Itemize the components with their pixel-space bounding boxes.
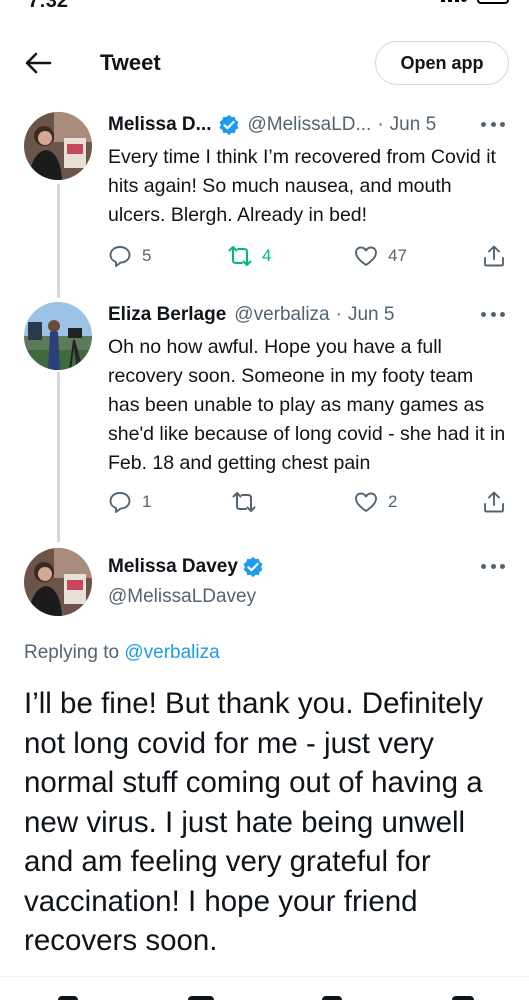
separator-dot: · xyxy=(377,114,384,135)
reply-icon xyxy=(109,492,131,513)
author-handle[interactable]: @MelissaLD... xyxy=(248,114,372,136)
open-app-button[interactable]: Open app xyxy=(375,41,509,85)
avatar[interactable] xyxy=(24,302,92,370)
like-button[interactable]: 47 xyxy=(354,244,407,268)
author-name[interactable]: Melissa Davey xyxy=(108,556,238,578)
signal-icon xyxy=(441,0,459,2)
more-options-icon[interactable] xyxy=(481,122,505,130)
battery-icon xyxy=(477,0,509,4)
toolbar-icon-peek xyxy=(452,996,474,1000)
arrow-left-icon[interactable] xyxy=(24,50,52,76)
reply-button[interactable]: 5 xyxy=(108,244,151,268)
divider xyxy=(0,976,529,977)
avatar[interactable] xyxy=(24,112,92,180)
status-bar: 7:32 xyxy=(0,0,529,14)
tweet-date[interactable]: Jun 5 xyxy=(390,114,436,136)
author-handle[interactable]: @MelissaLDavey xyxy=(108,586,256,608)
heart-icon xyxy=(355,492,377,512)
tweet-meta: Eliza Berlage @verbaliza · Jun 5 xyxy=(108,304,394,326)
thread-line xyxy=(57,184,60,298)
share-button[interactable] xyxy=(482,244,506,268)
retweet-button[interactable]: 4 xyxy=(228,244,271,268)
reply-count: 1 xyxy=(142,492,152,511)
status-time: 7:32 xyxy=(28,0,69,12)
like-count: 47 xyxy=(388,246,407,265)
replying-to-link[interactable]: @verbaliza xyxy=(124,642,219,663)
more-options-icon[interactable] xyxy=(481,312,505,320)
toolbar-icon-peek xyxy=(188,996,214,1000)
author-handle[interactable]: @verbaliza xyxy=(234,304,329,326)
toolbar-icon-peek xyxy=(58,996,78,1000)
wifi-icon xyxy=(461,0,467,2)
retweet-count: 4 xyxy=(262,246,272,265)
main-author-handle-row: @MelissaLDavey xyxy=(108,586,256,608)
replying-prefix: Replying to xyxy=(24,642,120,663)
separator-dot: · xyxy=(335,304,342,325)
retweet-icon xyxy=(232,492,256,512)
like-count: 2 xyxy=(388,492,398,511)
share-icon xyxy=(484,491,504,513)
retweet-button[interactable] xyxy=(232,490,266,514)
avatar[interactable] xyxy=(24,548,92,616)
reply-button[interactable]: 1 xyxy=(108,490,151,514)
verified-badge-icon xyxy=(243,556,263,578)
more-options-icon[interactable] xyxy=(481,564,505,572)
main-tweet-text: I’ll be fine! But thank you. Definitely … xyxy=(24,687,484,957)
thread-line xyxy=(57,372,60,542)
reply-icon xyxy=(109,246,131,267)
heart-icon xyxy=(355,246,377,266)
tweet-actions: 5 4 47 xyxy=(108,244,508,270)
toolbar-icon-peek xyxy=(322,996,342,1000)
tweet-actions: 1 2 xyxy=(108,490,508,516)
author-name[interactable]: Melissa D... xyxy=(108,114,212,136)
share-button[interactable] xyxy=(482,490,506,514)
tweet-meta: Melissa D... @MelissaLD... · Jun 5 xyxy=(108,114,436,136)
tweet-date[interactable]: Jun 5 xyxy=(348,304,394,326)
page-title: Tweet xyxy=(100,50,161,75)
replying-to-label: Replying to @verbaliza xyxy=(24,642,220,664)
reply-count: 5 xyxy=(142,246,152,265)
author-name[interactable]: Eliza Berlage xyxy=(108,304,226,326)
verified-badge-icon xyxy=(219,114,238,136)
share-icon xyxy=(484,245,504,267)
main-author-name-row: Melissa Davey xyxy=(108,556,272,578)
tweet-text: Oh no how awful. Hope you have a full re… xyxy=(108,336,506,474)
like-button[interactable]: 2 xyxy=(354,490,397,514)
tweet-text: Every time I think I’m recovered from Co… xyxy=(108,146,496,226)
top-header: Tweet Open app xyxy=(0,38,529,88)
retweet-icon xyxy=(228,246,252,266)
